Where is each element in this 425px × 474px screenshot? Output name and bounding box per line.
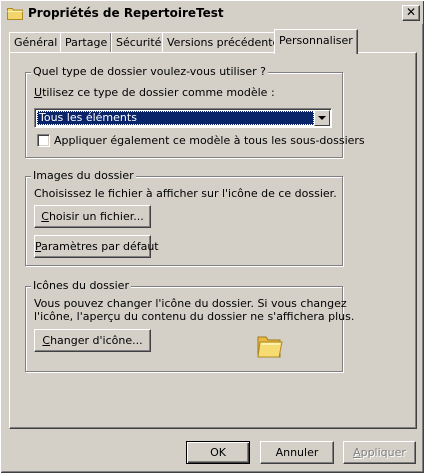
folder-icons-description-1: Vous pouvez changer l'icône du dossier. …: [34, 297, 347, 310]
chevron-down-icon[interactable]: [314, 110, 330, 126]
title-bar[interactable]: Propriétés de RepertoireTest ✕: [2, 2, 423, 24]
change-icon-button[interactable]: Changer d'icône...: [34, 329, 151, 352]
properties-dialog: Propriétés de RepertoireTest ✕ Général P…: [0, 0, 425, 474]
folder-icon: [7, 8, 23, 20]
tab-general[interactable]: Général: [9, 32, 63, 53]
folder-type-legend: Quel type de dossier voulez-vous utilise…: [31, 65, 269, 78]
folder-icons-legend: Icônes du dossier: [31, 279, 131, 292]
window-title: Propriétés de RepertoireTest: [28, 6, 224, 20]
template-select[interactable]: Tous les éléments: [34, 108, 332, 128]
cancel-button[interactable]: Annuler: [260, 441, 334, 464]
tab-security[interactable]: Sécurité: [111, 32, 167, 53]
folder-icon: [257, 336, 283, 358]
ok-button[interactable]: OK: [186, 441, 250, 464]
close-button[interactable]: ✕: [402, 5, 420, 21]
choose-file-button[interactable]: Choisir un fichier...: [34, 205, 151, 228]
template-select-value: Tous les éléments: [37, 111, 314, 125]
tab-sharing[interactable]: Partage: [60, 32, 113, 53]
close-icon: ✕: [405, 5, 417, 19]
restore-default-button[interactable]: Paramètres par défaut: [34, 235, 159, 258]
apply-subfolders-label[interactable]: Appliquer également ce modèle à tous les…: [54, 134, 365, 147]
folder-icons-description-2: l'icône, l'aperçu du contenu du dossier …: [34, 310, 355, 323]
apply-button[interactable]: Appliquer: [343, 441, 416, 464]
template-label: Utilisez ce type de dossier comme modèle…: [34, 86, 275, 99]
tab-customize[interactable]: Personnaliser: [274, 29, 358, 54]
apply-subfolders-checkbox[interactable]: [37, 134, 50, 147]
folder-pictures-description: Choisissez le fichier à afficher sur l'i…: [34, 187, 337, 200]
folder-pictures-legend: Images du dossier: [31, 169, 136, 182]
tab-previous-versions[interactable]: Versions précédentes: [162, 32, 291, 53]
